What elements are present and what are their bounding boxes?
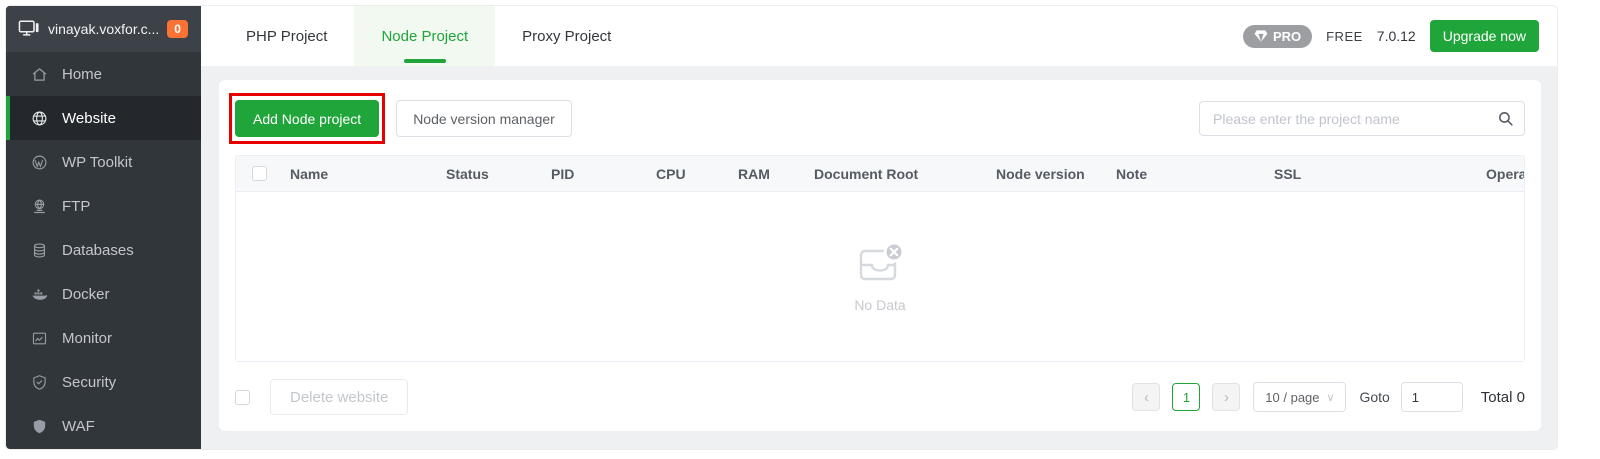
- empty-state: No Data: [854, 241, 906, 313]
- page-size-value: 10 / page: [1265, 389, 1320, 405]
- page-number-button[interactable]: 1: [1172, 383, 1201, 411]
- tab-node-project[interactable]: Node Project: [354, 6, 496, 66]
- panel-footer: Delete website ‹ 1 › 10 / page ∨ Goto 1 …: [235, 379, 1525, 415]
- license-area: PRO FREE 7.0.12 Upgrade now: [1242, 6, 1557, 66]
- sidebar-item-website[interactable]: Website: [6, 96, 201, 140]
- search-icon[interactable]: [1497, 110, 1514, 127]
- shield-check-icon: [31, 374, 48, 391]
- tabbar-spacer: [638, 6, 1243, 66]
- sidebar-item-databases[interactable]: Databases: [6, 228, 201, 272]
- sidebar-item-label: Docker: [62, 285, 110, 303]
- select-all-checkbox[interactable]: [251, 166, 267, 181]
- sidebar-item-label: FTP: [62, 197, 91, 215]
- sidebar-item-label: Security: [62, 373, 117, 391]
- monitor-icon: [31, 330, 48, 347]
- footer-select-all-checkbox[interactable]: [235, 389, 250, 405]
- sidebar-item-ftp[interactable]: FTP: [6, 184, 201, 228]
- column-header-node-version: Node version: [996, 165, 1085, 182]
- goto-label: Goto: [1359, 389, 1390, 405]
- project-search: [1199, 101, 1525, 136]
- chevron-right-icon: ›: [1223, 388, 1229, 406]
- column-header-name: Name: [290, 165, 329, 182]
- total-count: Total 0: [1480, 388, 1525, 406]
- table-body: No Data: [236, 192, 1524, 361]
- pagination: ‹ 1 › 10 / page ∨ Goto Total 0: [1132, 382, 1525, 412]
- sidebar-item-label: Home: [62, 65, 103, 83]
- column-header-note: Note: [1116, 165, 1148, 182]
- empty-state-text: No Data: [854, 296, 906, 313]
- goto-page-input[interactable]: [1400, 382, 1463, 412]
- column-header-ram: RAM: [738, 165, 770, 182]
- column-header-operate: Operate: [1486, 165, 1524, 182]
- sidebar: vinayak.voxfor.c... 0 Home Website WP To…: [6, 6, 201, 449]
- pro-badge[interactable]: PRO: [1242, 24, 1313, 48]
- shield-icon: [31, 418, 48, 435]
- server-name: vinayak.voxfor.c...: [48, 21, 160, 37]
- table-header-row: Name Status PID CPU RAM Document Root No…: [236, 156, 1524, 192]
- column-header-pid: PID: [551, 165, 575, 182]
- search-input[interactable]: [1199, 101, 1525, 136]
- chevron-down-icon: ∨: [1326, 391, 1335, 404]
- chevron-left-icon: ‹: [1143, 388, 1149, 406]
- sidebar-item-label: Monitor: [62, 329, 113, 347]
- upgrade-now-button[interactable]: Upgrade now: [1429, 20, 1539, 52]
- docker-icon: [31, 286, 48, 303]
- server-header[interactable]: vinayak.voxfor.c... 0: [6, 6, 201, 52]
- column-header-document-root: Document Root: [814, 165, 919, 182]
- sidebar-item-home[interactable]: Home: [6, 52, 201, 96]
- server-monitor-icon: [18, 19, 40, 39]
- projects-table: Name Status PID CPU RAM Document Root No…: [235, 155, 1525, 362]
- version-number: 7.0.12: [1376, 28, 1416, 44]
- home-icon: [31, 66, 48, 83]
- node-project-panel: Add Node project Node version manager Pl…: [219, 80, 1541, 431]
- project-tabs: PHP Project Node Project Proxy Project P…: [201, 6, 1557, 66]
- page-size-select[interactable]: 10 / page ∨: [1253, 382, 1347, 412]
- notification-badge[interactable]: 0: [167, 20, 188, 38]
- app-window: vinayak.voxfor.c... 0 Home Website WP To…: [5, 5, 1558, 450]
- sidebar-item-security[interactable]: Security: [6, 360, 201, 404]
- column-header-cpu: CPU: [656, 165, 686, 182]
- delete-website-button[interactable]: Delete website: [270, 379, 409, 415]
- add-node-project-button[interactable]: Add Node project: [235, 100, 380, 137]
- gem-icon: [1254, 30, 1268, 42]
- database-icon: [31, 242, 48, 259]
- sidebar-item-monitor[interactable]: Monitor: [6, 316, 201, 360]
- prev-page-button[interactable]: ‹: [1132, 383, 1161, 411]
- column-header-status: Status: [446, 165, 489, 182]
- main-content: PHP Project Node Project Proxy Project P…: [201, 6, 1557, 449]
- no-data-icon: [859, 241, 905, 280]
- red-annotation-box: Add Node project: [228, 93, 386, 144]
- ftp-icon: [31, 198, 48, 215]
- toolbar: Add Node project Node version manager: [228, 93, 1525, 144]
- sidebar-item-wp-toolkit[interactable]: WP Toolkit: [6, 140, 201, 184]
- node-version-manager-button[interactable]: Node version manager: [396, 100, 572, 137]
- select-all-cell: [236, 166, 282, 181]
- plan-label: FREE: [1326, 28, 1363, 44]
- sidebar-item-label: WP Toolkit: [62, 153, 133, 171]
- wordpress-icon: [31, 154, 48, 171]
- tab-proxy-project[interactable]: Proxy Project: [495, 6, 638, 66]
- tab-php-project[interactable]: PHP Project: [219, 6, 354, 66]
- column-header-ssl: SSL: [1274, 165, 1302, 182]
- sidebar-item-label: WAF: [62, 417, 95, 435]
- globe-icon: [31, 110, 48, 127]
- sidebar-item-label: Databases: [62, 241, 134, 259]
- sidebar-item-docker[interactable]: Docker: [6, 272, 201, 316]
- sidebar-item-waf[interactable]: WAF: [6, 404, 201, 448]
- next-page-button[interactable]: ›: [1212, 383, 1241, 411]
- sidebar-item-label: Website: [62, 109, 116, 127]
